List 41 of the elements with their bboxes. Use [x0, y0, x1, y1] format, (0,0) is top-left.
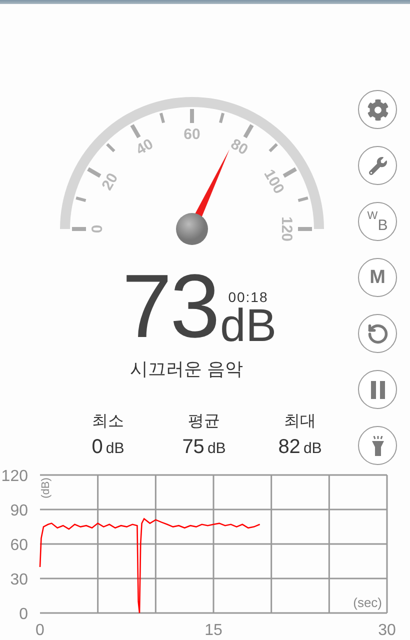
axis-tick-label: 0: [19, 606, 28, 623]
axis-tick-label: 30: [10, 572, 28, 588]
settings-button[interactable]: [358, 90, 397, 129]
stat-label: 최대: [284, 412, 316, 432]
x-axis-label: (sec): [353, 595, 382, 610]
gauge-label: 100: [260, 166, 288, 197]
flashlight-icon: [370, 436, 384, 456]
axis-tick-label: 0: [36, 622, 44, 639]
mode-button[interactable]: M: [358, 258, 397, 297]
gauge-label: 20: [98, 170, 122, 194]
pause-button[interactable]: [358, 370, 397, 409]
stat-unit: dB: [106, 440, 124, 457]
stat-value: 75: [182, 436, 204, 459]
axis-tick-label: 90: [10, 502, 28, 520]
axis-tick-label: 60: [10, 537, 28, 554]
axis-tick-label: 15: [204, 622, 222, 639]
noise-description: 시끄러운 음악: [130, 358, 244, 381]
stat-unit: dB: [207, 440, 226, 457]
gauge-label: 60: [184, 126, 200, 143]
pause-icon: [370, 380, 384, 398]
settings-icon: [366, 98, 388, 120]
decibel-reading: 73: [122, 269, 218, 345]
axis-tick-label: 120: [1, 468, 28, 485]
decibel-unit: dB: [220, 305, 276, 345]
gauge-label: 80: [228, 136, 251, 159]
reset-button[interactable]: [358, 314, 397, 353]
reset-icon: [366, 322, 388, 344]
y-axis-label: (dB): [40, 478, 52, 498]
flashlight-button[interactable]: [358, 426, 397, 465]
gauge-label: 0: [88, 224, 106, 234]
stat-label: 평균: [188, 412, 220, 432]
gauge-label: 120: [278, 216, 296, 242]
wrench-icon: [368, 156, 386, 174]
stat-label: 최소: [92, 412, 124, 432]
elapsed-time: 00:18: [228, 289, 268, 305]
wrench-button[interactable]: [358, 146, 397, 185]
stat-unit: dB: [303, 440, 322, 457]
axis-tick-label: 30: [378, 622, 396, 639]
stat-value: 82: [278, 436, 300, 459]
stat-value: 0: [92, 436, 103, 459]
gauge-label: 40: [133, 136, 156, 159]
